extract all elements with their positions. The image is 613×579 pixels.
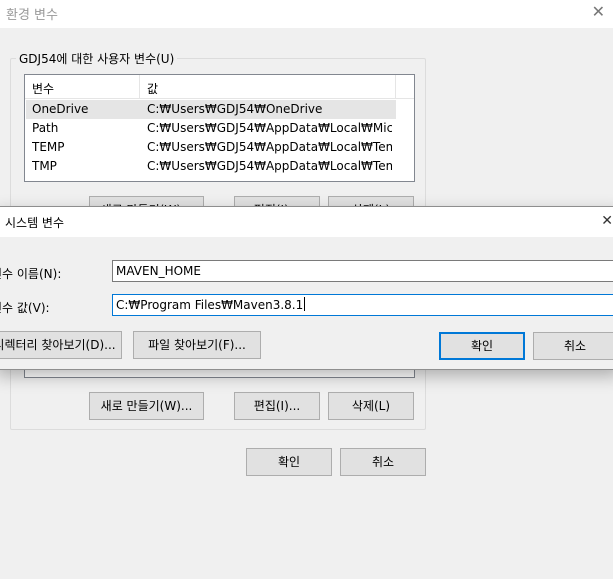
variable-name: Path bbox=[32, 121, 59, 135]
window-title: 환경 변수 bbox=[6, 8, 58, 23]
system-variable-dialog: 시스템 변수 ✕ 변수 이름(N): MAVEN_HOME 변수 값(V): C… bbox=[0, 206, 613, 370]
list-header: 변수 값 bbox=[25, 75, 414, 99]
variable-value: C:₩Users₩GDJ54₩AppData₩Local₩Temp bbox=[147, 159, 392, 173]
variable-value: C:₩Users₩GDJ54₩AppData₩Local₩Micros... bbox=[147, 121, 392, 135]
variable-value-label: 변수 값(V): bbox=[0, 301, 50, 315]
browse-directory-button[interactable]: 디렉터리 찾아보기(D)... bbox=[0, 331, 122, 359]
dialog-ok-button[interactable]: 확인 bbox=[439, 332, 525, 360]
close-icon[interactable]: ✕ bbox=[592, 2, 605, 22]
variable-name-input[interactable]: MAVEN_HOME bbox=[112, 260, 613, 282]
variable-name: OneDrive bbox=[32, 102, 89, 116]
dialog-cancel-button[interactable]: 취소 bbox=[533, 332, 613, 360]
group-title: GDJ54에 대한 사용자 변수(U) bbox=[16, 50, 178, 67]
variable-name: TEMP bbox=[32, 140, 65, 154]
variable-value: C:₩Users₩GDJ54₩OneDrive bbox=[147, 102, 323, 116]
column-header-value[interactable]: 값 bbox=[147, 80, 158, 97]
title-bar: 환경 변수 ✕ bbox=[0, 0, 613, 28]
user-variables-list[interactable]: 변수 값 OneDrive C:₩Users₩GDJ54₩OneDrive Pa… bbox=[24, 74, 415, 182]
table-row[interactable]: Path C:₩Users₩GDJ54₩AppData₩Local₩Micros… bbox=[26, 119, 396, 138]
variable-name-label: 변수 이름(N): bbox=[0, 267, 62, 281]
browse-file-button[interactable]: 파일 찾아보기(F)... bbox=[133, 331, 261, 359]
table-row[interactable]: TEMP C:₩Users₩GDJ54₩AppData₩Local₩Temp bbox=[26, 138, 396, 157]
delete-system-variable-button[interactable]: 삭제(L) bbox=[328, 392, 414, 420]
variable-name: TMP bbox=[32, 159, 57, 173]
table-row[interactable]: OneDrive C:₩Users₩GDJ54₩OneDrive bbox=[26, 100, 396, 119]
cancel-button[interactable]: 취소 bbox=[340, 448, 426, 476]
dialog-title: 시스템 변수 bbox=[5, 216, 65, 230]
variable-value-input[interactable]: C:₩Program Files₩Maven3.8.1 bbox=[112, 294, 613, 316]
close-icon[interactable]: ✕ bbox=[601, 213, 613, 229]
variable-value: C:₩Users₩GDJ54₩AppData₩Local₩Temp bbox=[147, 140, 392, 154]
edit-system-variable-button[interactable]: 편집(I)... bbox=[234, 392, 320, 420]
ok-button[interactable]: 확인 bbox=[246, 448, 332, 476]
table-row[interactable]: TMP C:₩Users₩GDJ54₩AppData₩Local₩Temp bbox=[26, 157, 396, 176]
new-system-variable-button[interactable]: 새로 만들기(W)... bbox=[89, 392, 204, 420]
column-header-variable[interactable]: 변수 bbox=[32, 80, 54, 97]
dialog-title-bar: 시스템 변수 ✕ bbox=[0, 207, 613, 237]
